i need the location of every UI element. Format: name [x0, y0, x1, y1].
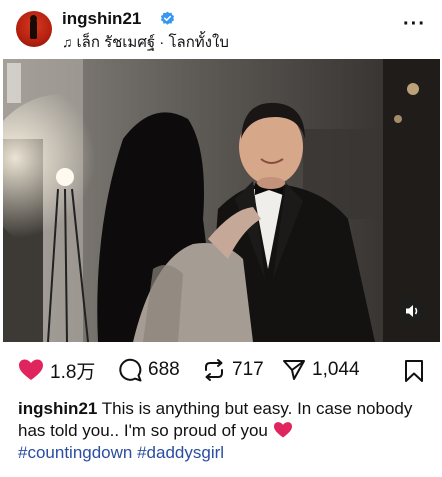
- verified-badge-icon: [160, 11, 175, 25]
- like-count: 1.8万: [50, 361, 96, 383]
- mute-toggle-button[interactable]: [398, 297, 426, 325]
- audio-track[interactable]: ♫ เล็ก รัชเมศฐ์ · โลกทั้งใบ: [62, 33, 229, 52]
- avatar[interactable]: [16, 11, 52, 47]
- post-photo[interactable]: [3, 59, 440, 342]
- caption-hashtags[interactable]: #countingdown #daddysgirl: [18, 443, 224, 462]
- speaker-icon: [406, 305, 418, 317]
- avatar-figure-body: [30, 19, 37, 39]
- heart-filled-icon: [19, 359, 43, 380]
- more-options-button[interactable]: ···: [403, 14, 426, 34]
- post-username[interactable]: ingshin21: [62, 9, 141, 29]
- repost-button[interactable]: 717: [202, 358, 264, 382]
- photo-illustration: [3, 59, 440, 342]
- post-caption: ingshin21 This is anything but easy. In …: [18, 398, 430, 464]
- audio-track-label: เล็ก รัชเมศฐ์ · โลกทั้งใบ: [76, 34, 229, 51]
- repost-count: 717: [232, 359, 264, 380]
- red-heart-emoji-icon: [273, 422, 292, 438]
- music-note-icon: ♫: [62, 34, 73, 50]
- repost-arrows-icon: [205, 359, 223, 381]
- bookmark-icon: [405, 360, 423, 382]
- comment-button[interactable]: 688: [118, 358, 180, 382]
- comment-bubble-icon: [119, 358, 142, 382]
- like-button[interactable]: 1.8万: [18, 358, 96, 383]
- share-button[interactable]: 1,044: [282, 358, 360, 382]
- send-paper-plane-icon: [283, 360, 305, 380]
- action-bar: 1.8万 688 717 1,044: [0, 350, 442, 390]
- comment-count: 688: [148, 359, 180, 380]
- caption-username[interactable]: ingshin21: [18, 399, 97, 418]
- save-button[interactable]: [404, 359, 424, 388]
- post-header: ingshin21 ♫ เล็ก รัชเมศฐ์ · โลกทั้งใบ ···: [0, 0, 442, 58]
- share-count: 1,044: [312, 359, 360, 380]
